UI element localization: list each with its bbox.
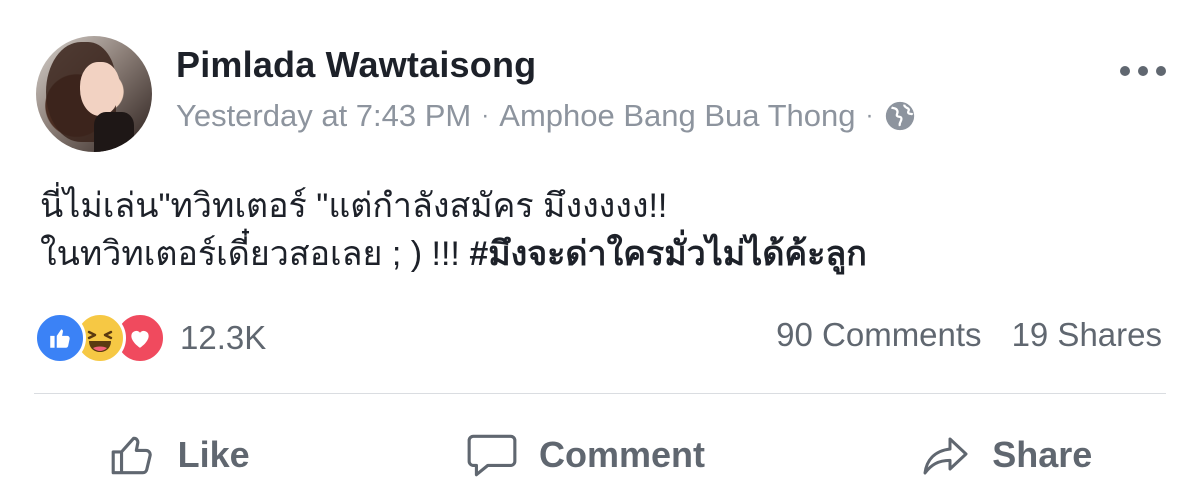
action-bar: Like Comment Share xyxy=(0,420,1200,490)
action-divider xyxy=(34,393,1166,394)
share-label: Share xyxy=(992,434,1093,475)
more-options-button[interactable] xyxy=(1120,66,1166,76)
meta-separator-2: · xyxy=(865,102,874,129)
more-dot-icon xyxy=(1138,66,1148,76)
like-label: Like xyxy=(177,434,250,475)
share-button[interactable]: Share xyxy=(920,430,1092,480)
engagement-stats: 90 Comments 19 Shares xyxy=(776,316,1162,354)
share-arrow-icon xyxy=(923,437,968,475)
post-text-line-2: ในทวิทเตอร์เดี๋ยวสอเลย ; ) !!! #มึงจะด่า… xyxy=(40,230,867,278)
comment-button[interactable]: Comment xyxy=(465,430,705,480)
post-text-plain: ในทวิทเตอร์เดี๋ยวสอเลย ; ) !!! xyxy=(40,235,470,273)
like-button[interactable]: Like xyxy=(108,430,250,480)
post-meta: Yesterday at 7:43 PM · Amphoe Bang Bua T… xyxy=(176,98,917,134)
post-hashtag[interactable]: #มึงจะด่าใครมั่วไม่ได้ค้ะลูก xyxy=(469,235,867,273)
meta-separator: · xyxy=(481,102,490,129)
more-dot-icon xyxy=(1156,66,1166,76)
comment-label: Comment xyxy=(538,434,705,475)
post-text-line-1: นี่ไม่เล่น"ทวิทเตอร์ "แต่กำลังสมัคร มึงง… xyxy=(40,187,668,225)
more-dot-icon xyxy=(1120,66,1130,76)
comments-count-link[interactable]: 90 Comments xyxy=(776,316,981,354)
thumbs-up-icon xyxy=(111,436,152,475)
post-location[interactable]: Amphoe Bang Bua Thong xyxy=(499,98,855,134)
reaction-count: 12.3K xyxy=(180,319,267,356)
globe-icon[interactable] xyxy=(883,99,917,133)
post-timestamp[interactable]: Yesterday at 7:43 PM xyxy=(176,98,471,134)
author-name[interactable]: Pimlada Wawtaisong xyxy=(176,44,536,86)
speech-bubble-icon xyxy=(467,434,517,477)
like-reaction-icon xyxy=(34,312,86,364)
post-body: นี่ไม่เล่น"ทวิทเตอร์ "แต่กำลังสมัคร มึงง… xyxy=(40,182,867,278)
reactions-summary[interactable]: 12.3K xyxy=(34,312,266,364)
author-avatar[interactable] xyxy=(36,36,152,152)
avatar-face xyxy=(80,62,120,116)
avatar-neck xyxy=(94,112,134,152)
shares-count-link[interactable]: 19 Shares xyxy=(1012,316,1162,354)
